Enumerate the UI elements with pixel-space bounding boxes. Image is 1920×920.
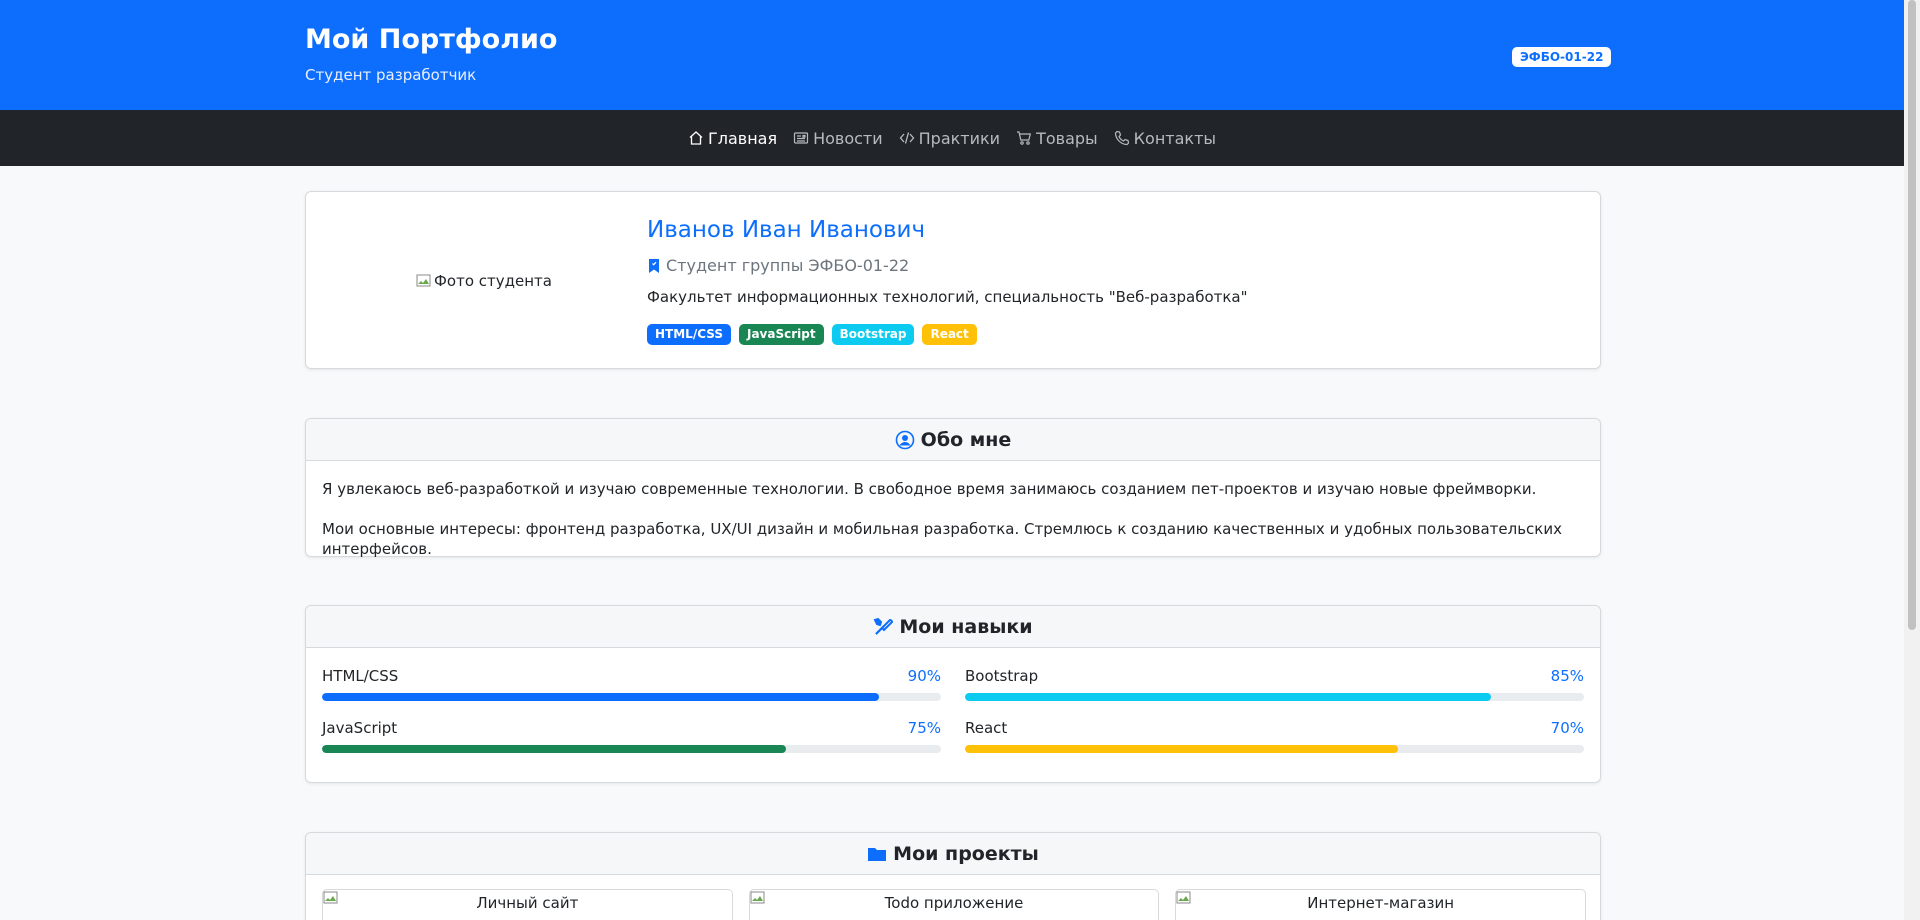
skill-tag: JavaScript (738, 324, 824, 345)
house-icon (689, 131, 703, 145)
progress-bar (965, 745, 1584, 753)
folder-icon (868, 847, 887, 861)
project-image-alt: Личный сайт (476, 894, 579, 912)
nav-item-contacts[interactable]: Контакты (1114, 129, 1216, 148)
student-photo: Фото студента (416, 272, 552, 290)
student-name: Иванов Иван Иванович (647, 217, 926, 243)
progress-fill (322, 745, 787, 753)
project-image-alt: Интернет-магазин (1307, 894, 1455, 912)
projects-grid: Личный сайт Todo приложение Интернет-маг… (322, 889, 1586, 920)
student-group-label: Студент группы ЭФБО-01-22 (666, 256, 910, 275)
page-scrollbar[interactable] (1904, 0, 1920, 920)
skill-item: HTML/CSS 90% (322, 667, 941, 703)
skill-name: HTML/CSS (322, 667, 399, 685)
about-header: Обо мне (306, 419, 1600, 461)
site-title: Мой Портфолио (305, 24, 558, 55)
tools-icon (873, 617, 894, 635)
newspaper-icon (793, 132, 809, 144)
nav-label: Новости (813, 128, 883, 148)
skill-tag: HTML/CSS (647, 324, 731, 345)
progress-fill (965, 693, 1492, 701)
skill-tag: Bootstrap (831, 324, 915, 345)
skills-header: Мои навыки (306, 606, 1600, 648)
nav-label: Практики (918, 128, 1001, 148)
progress-bar (965, 693, 1584, 701)
about-title: Обо мне (920, 428, 1012, 451)
main-nav: Главная Новости Практики Товары Контакты (0, 110, 1904, 166)
skill-item: React 70% (965, 719, 1584, 755)
project-card[interactable]: Todo приложение (748, 889, 1160, 920)
about-paragraph-2: Мои основные интересы: фронтенд разработ… (322, 520, 1562, 558)
scrollbar-thumb[interactable] (1908, 0, 1916, 630)
nav-label: Контакты (1133, 128, 1217, 148)
skill-percent: 85% (1550, 667, 1584, 685)
broken-image-icon (750, 891, 765, 904)
skill-item: JavaScript 75% (322, 719, 941, 755)
skills-card: Мои навыки HTML/CSS 90% Bootstrap 85% Java… (305, 605, 1601, 783)
site-subtitle: Студент разработчик (305, 66, 477, 84)
skill-tags: HTML/CSS JavaScript Bootstrap React (647, 324, 977, 345)
broken-image-icon (416, 274, 431, 287)
nav-label: Товары (1036, 128, 1098, 148)
progress-bar (322, 745, 941, 753)
user-circle-icon (895, 430, 914, 449)
skill-percent: 70% (1550, 719, 1584, 737)
about-paragraph-1: Я увлекаюсь веб-разработкой и изучаю сов… (322, 480, 1537, 498)
project-image-alt: Todo приложение (884, 894, 1024, 912)
broken-image-icon (1176, 891, 1191, 904)
nav-item-news[interactable]: Новости (793, 129, 883, 148)
progress-bar (322, 693, 941, 701)
bookmark-icon (649, 258, 659, 273)
skill-name: React (965, 719, 1008, 737)
project-card[interactable]: Личный сайт (322, 889, 733, 920)
progress-fill (322, 693, 880, 701)
projects-header: Мои проекты (306, 833, 1600, 875)
skills-title: Мои навыки (899, 615, 1033, 638)
nav-item-products[interactable]: Товары (1016, 129, 1098, 148)
skill-percent: 75% (907, 719, 941, 737)
about-card: Обо мне Я увлекаюсь веб-разработкой и из… (305, 418, 1601, 558)
projects-title: Мои проекты (893, 842, 1039, 865)
skill-name: Bootstrap (965, 667, 1039, 685)
group-badge: ЭФБО-01-22 (1512, 47, 1612, 67)
nav-item-home[interactable]: Главная (688, 129, 777, 148)
nav-label: Главная (707, 128, 778, 148)
skill-percent: 90% (907, 667, 941, 685)
broken-image-icon (323, 891, 338, 904)
projects-card: Мои проекты Личный сайт Todo приложение … (305, 832, 1601, 920)
project-card[interactable]: Интернет-магазин (1175, 889, 1586, 920)
photo-alt-text: Фото студента (434, 272, 552, 290)
student-group: Студент группы ЭФБО-01-22 (647, 256, 909, 275)
skills-grid: HTML/CSS 90% Bootstrap 85% JavaScript 75% R… (322, 667, 1586, 755)
site-header: Мой Портфолио Студент разработчик ЭФБО-0… (0, 0, 1904, 110)
cart-icon (1017, 131, 1032, 145)
skill-tag: React (922, 324, 977, 345)
skill-name: JavaScript (322, 719, 398, 737)
profile-card: Фото студента Иванов Иван Иванович Студе… (305, 191, 1601, 369)
phone-icon (1114, 130, 1129, 146)
code-icon (899, 132, 915, 144)
skill-item: Bootstrap 85% (965, 667, 1584, 703)
progress-fill (965, 745, 1399, 753)
nav-item-practices[interactable]: Практики (899, 129, 1000, 148)
student-faculty: Факультет информационных технологий, спе… (647, 288, 1248, 306)
